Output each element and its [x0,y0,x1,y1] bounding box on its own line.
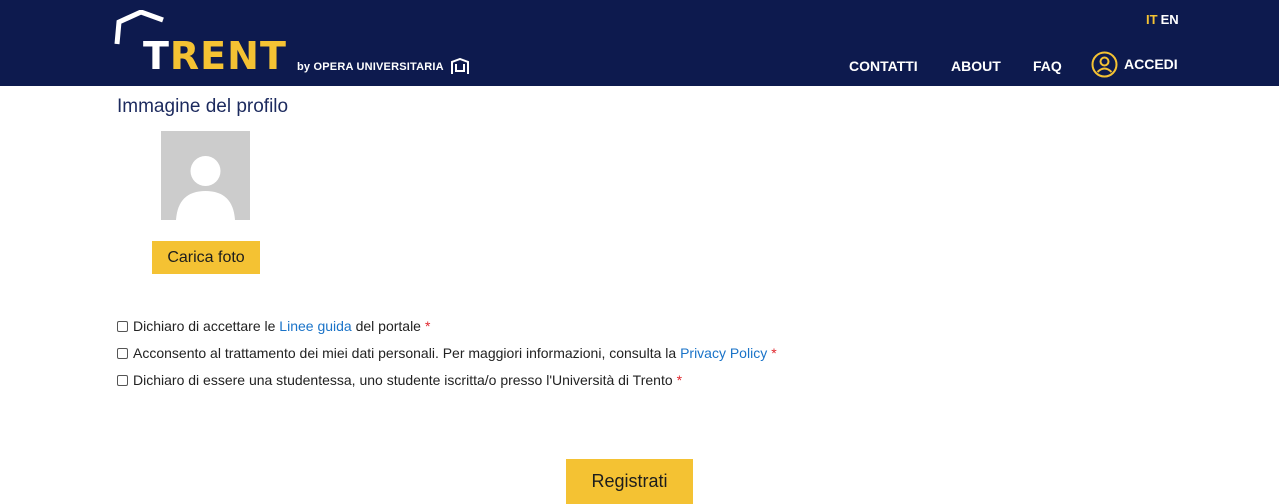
nav-contatti[interactable]: CONTATTI [849,58,918,74]
logo-wordmark: TRENT [143,34,287,78]
nav-about[interactable]: ABOUT [951,58,1001,74]
check-text: Acconsento al trattamento dei miei dati … [133,345,677,361]
language-switcher: IT EN [1146,12,1182,27]
top-header: TRENT by OPERA UNIVERSITARIA IT EN CONTAT… [0,0,1279,86]
required-asterisk: * [771,345,777,361]
privacy-checkbox[interactable] [117,347,128,359]
privacy-policy-link[interactable]: Privacy Policy [680,345,767,361]
required-asterisk: * [676,372,683,388]
required-asterisk: * [424,318,431,334]
registrati-button[interactable]: Registrati [566,459,693,504]
user-circle-icon [1091,51,1118,77]
nav-faq[interactable]: FAQ [1033,58,1062,74]
lang-it[interactable]: IT [1146,12,1158,27]
check-privacy: Acconsento al trattamento dei miei dati … [117,345,777,361]
lang-en[interactable]: EN [1161,12,1179,27]
logo-tagline: by OPERA UNIVERSITARIA [297,58,471,76]
opera-universitaria-icon [450,58,469,74]
accedi-label: ACCEDI [1124,56,1178,72]
check-text: Dichiaro di essere una studentessa, uno … [133,372,673,388]
linee-guida-checkbox[interactable] [117,320,128,332]
check-text-post: del portale [355,318,421,334]
profile-image-title: Immagine del profilo [117,96,289,117]
accedi-button[interactable]: ACCEDI [1091,49,1178,79]
check-studente: Dichiaro di essere una studentessa, uno … [117,372,682,388]
check-linee-guida: Dichiaro di accettare le Linee guida del… [117,318,430,334]
avatar-placeholder [161,131,250,220]
user-silhouette-icon [176,156,235,220]
trent-logo[interactable]: TRENT by OPERA UNIVERSITARIA [113,10,513,80]
studente-checkbox[interactable] [117,374,128,386]
check-text: Dichiaro di accettare le [133,318,276,334]
linee-guida-link[interactable]: Linee guida [279,318,351,334]
upload-photo-button[interactable]: Carica foto [152,241,260,274]
